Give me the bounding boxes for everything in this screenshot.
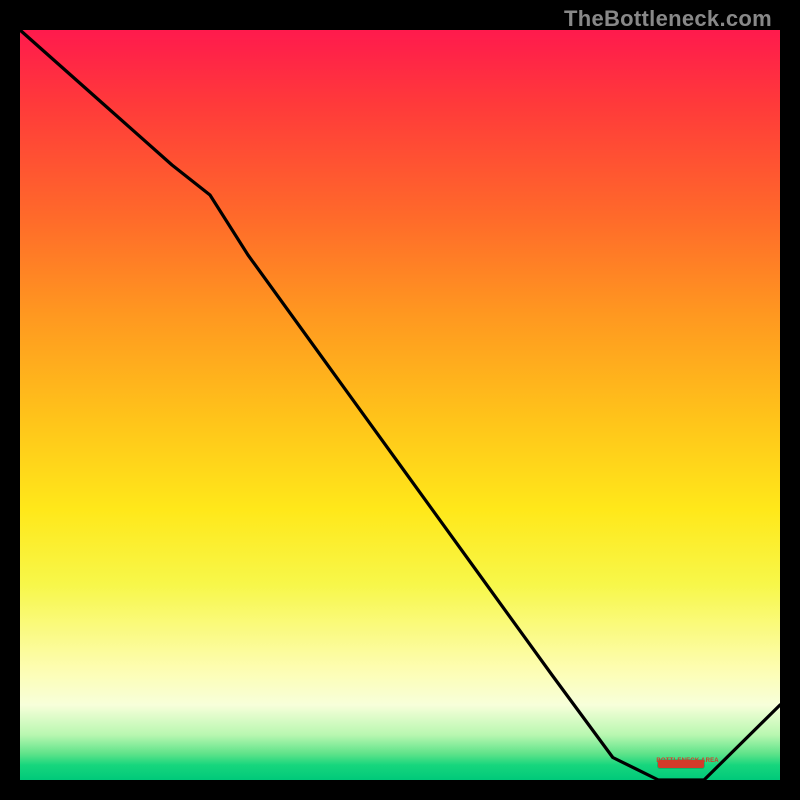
optimal-range-label: BOTTLENECK AREA xyxy=(656,758,718,764)
bottleneck-curve xyxy=(20,30,780,780)
plot-frame: BOTTLENECK AREA xyxy=(20,30,780,780)
chart-container: TheBottleneck.com BOTTLENECK AREA xyxy=(0,0,800,800)
attribution-watermark: TheBottleneck.com xyxy=(564,6,772,32)
plot-area: BOTTLENECK AREA xyxy=(20,30,780,780)
